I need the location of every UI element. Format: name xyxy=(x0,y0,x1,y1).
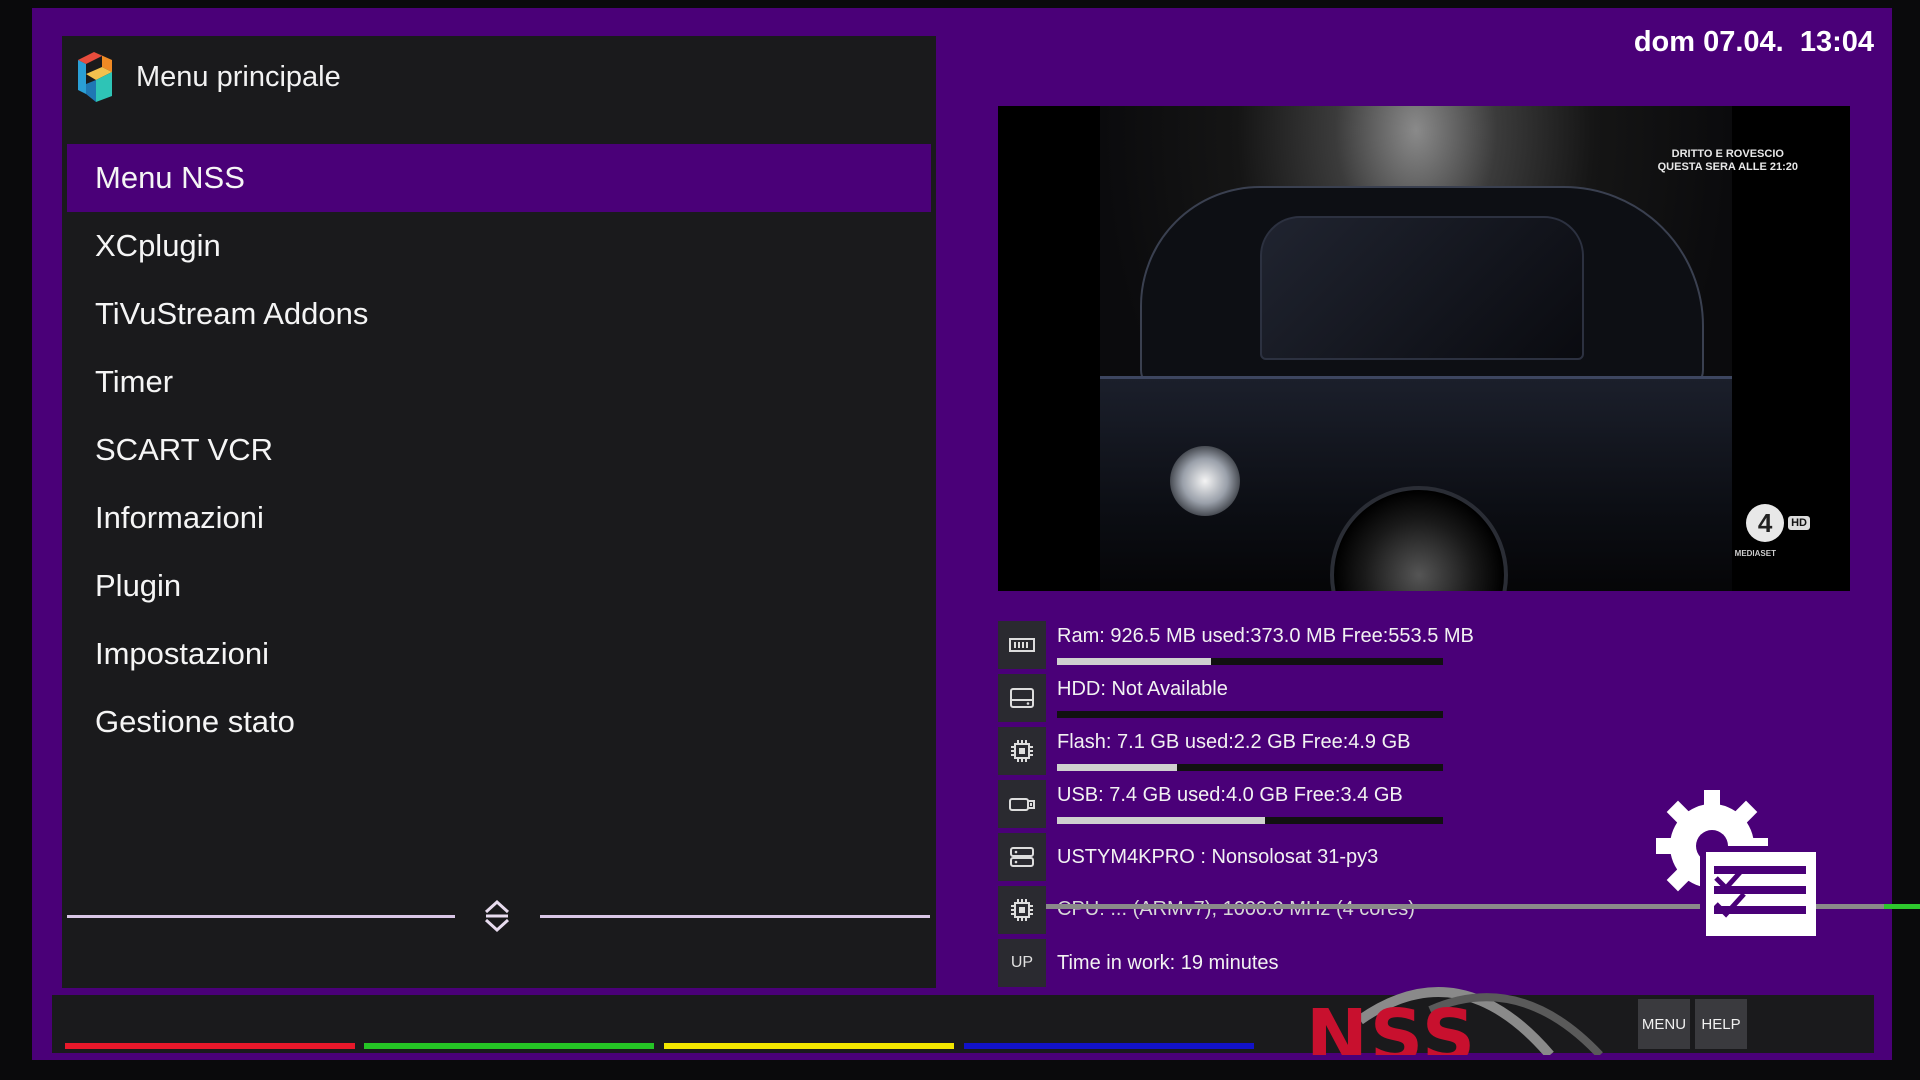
hdd-usage-bar xyxy=(1057,711,1443,718)
tv-preview: DRITTO E ROVESCIO QUESTA SERA ALLE 21:20… xyxy=(998,106,1850,591)
hdd-icon xyxy=(998,674,1046,722)
hdd-info-text: HDD: Not Available xyxy=(1057,678,1228,700)
car-headlight-shape xyxy=(1170,446,1240,516)
flash-info-text: Flash: 7.1 GB used:2.2 GB Free:4.9 GB xyxy=(1057,731,1411,753)
nss-logo-text: NSS xyxy=(1306,994,1478,1055)
uptime-info-text: Time in work: 19 minutes xyxy=(1057,952,1279,974)
uptime-icon-label: UP xyxy=(1010,954,1034,971)
tv-caption-line2: QUESTA SERA ALLE 21:20 xyxy=(1657,161,1798,173)
date-time: dom 07.04. 13:04 xyxy=(1633,26,1874,58)
cpu-icon xyxy=(998,886,1046,934)
chip-icon xyxy=(998,727,1046,775)
menu-item-gestione-stato[interactable]: Gestione stato xyxy=(67,688,931,756)
ram-info-text: Ram: 926.5 MB used:373.0 MB Free:553.5 M… xyxy=(1057,625,1474,647)
menu-item-plugin[interactable]: Plugin xyxy=(67,552,931,620)
scroll-updown-icon[interactable] xyxy=(482,898,512,934)
help-key-button[interactable]: HELP xyxy=(1695,999,1747,1049)
flash-usage-bar xyxy=(1057,764,1443,771)
menu-header: Menu principale xyxy=(72,42,341,112)
yellow-key[interactable] xyxy=(664,1043,954,1049)
channel-logo: 4 HD xyxy=(1746,504,1810,542)
settings-checklist-icon xyxy=(1656,790,1816,936)
tv-caption-line1: DRITTO E ROVESCIO xyxy=(1671,148,1784,160)
server-icon xyxy=(998,833,1046,881)
red-key[interactable] xyxy=(65,1043,355,1049)
flash-info-row: Flash: 7.1 GB used:2.2 GB Free:4.9 GB xyxy=(998,727,1898,775)
menu-item-menu-nss[interactable]: Menu NSS xyxy=(67,144,931,212)
flash-usage-fill xyxy=(1057,764,1177,771)
cpu-info-text: CPU: ... (ARMv7), 1000.0 MHz (4 cores) xyxy=(1057,898,1415,920)
menu-item-xcplugin[interactable]: XCplugin xyxy=(67,212,931,280)
ram-usage-fill xyxy=(1057,658,1212,665)
hdd-info-row: HDD: Not Available xyxy=(998,674,1898,722)
menu-item-tivustream-addons[interactable]: TiVuStream Addons xyxy=(67,280,931,348)
car-window-shape xyxy=(1260,216,1584,360)
menu-item-scart-vcr[interactable]: SCART VCR xyxy=(67,416,931,484)
usb-icon xyxy=(998,780,1046,828)
ram-usage-bar xyxy=(1057,658,1443,665)
menu-title: Menu principale xyxy=(136,60,341,93)
scroll-divider-left xyxy=(67,915,455,918)
menu-item-timer[interactable]: Timer xyxy=(67,348,931,416)
main-menu-panel: Menu principale Menu NSS XCplugin TiVuSt… xyxy=(62,36,936,988)
green-key[interactable] xyxy=(364,1043,654,1049)
menu-item-impostazioni[interactable]: Impostazioni xyxy=(67,620,931,688)
ram-info-row: Ram: 926.5 MB used:373.0 MB Free:553.5 M… xyxy=(998,621,1898,669)
menu-key-button[interactable]: MENU xyxy=(1638,999,1690,1049)
nss-logo: NSS xyxy=(1300,960,1620,1055)
usb-usage-bar xyxy=(1057,817,1443,824)
ram-icon xyxy=(998,621,1046,669)
scroll-divider-right xyxy=(540,915,930,918)
tv-caption: DRITTO E ROVESCIO QUESTA SERA ALLE 21:20 xyxy=(1658,148,1798,174)
app-logo-icon xyxy=(78,52,112,102)
channel-hd-badge: HD xyxy=(1788,516,1810,530)
uptime-icon: UP xyxy=(998,939,1046,987)
tv-scene-image xyxy=(1100,106,1732,591)
blue-key[interactable] xyxy=(964,1043,1254,1049)
menu-list: Menu NSS XCplugin TiVuStream Addons Time… xyxy=(67,144,931,756)
cpu-load-indicator xyxy=(1884,904,1920,909)
usb-info-text: USB: 7.4 GB used:4.0 GB Free:3.4 GB xyxy=(1057,784,1403,806)
box-info-text: USTYM4KPRO : Nonsolosat 31-py3 xyxy=(1057,846,1379,868)
usb-usage-fill xyxy=(1057,817,1266,824)
channel-number: 4 xyxy=(1746,504,1785,542)
channel-network: MEDIASET xyxy=(1734,549,1776,558)
menu-item-informazioni[interactable]: Informazioni xyxy=(67,484,931,552)
